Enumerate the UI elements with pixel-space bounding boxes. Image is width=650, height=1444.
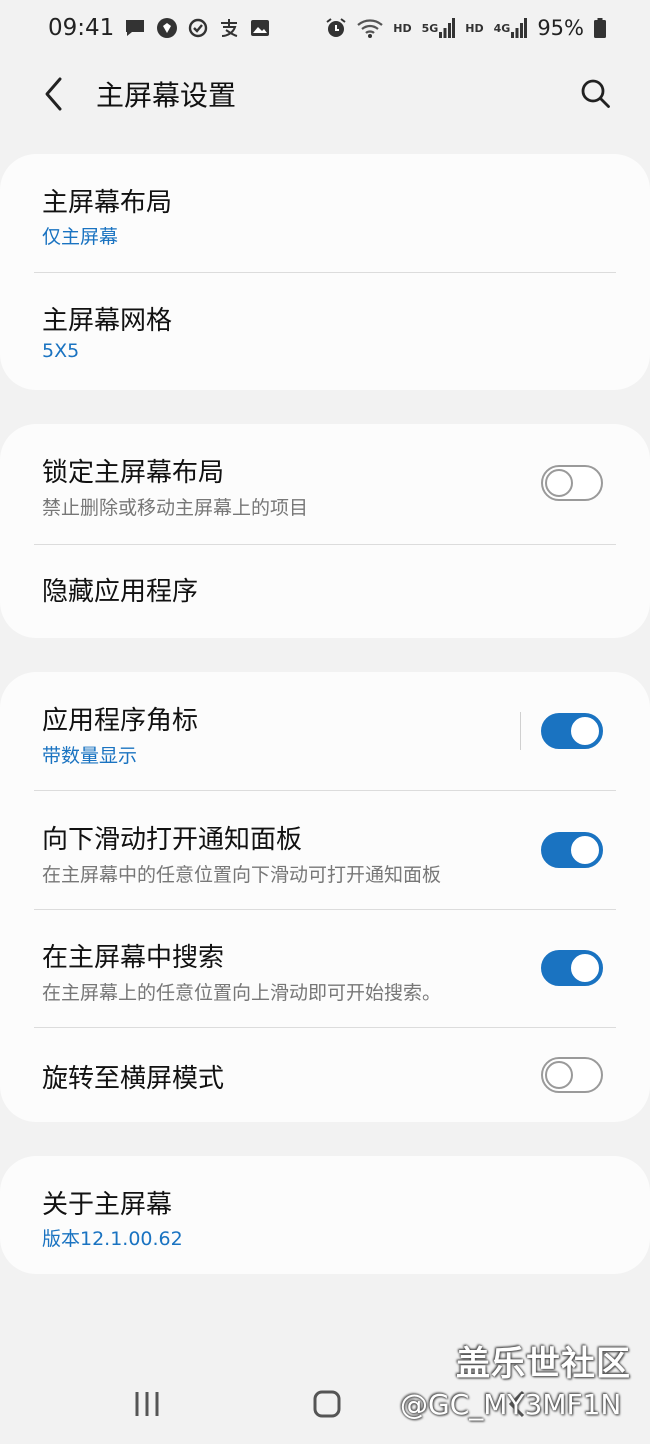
back-button[interactable] — [30, 70, 78, 118]
back-arrow-icon — [45, 77, 62, 111]
lock-card: 锁定主屏幕布局 禁止删除或移动主屏幕上的项目 隐藏应用程序 — [0, 424, 650, 638]
home-grid-title: 主屏幕网格 — [42, 306, 173, 336]
status-time: 09:41 — [48, 15, 115, 41]
lock-layout-row[interactable]: 锁定主屏幕布局 禁止删除或移动主屏幕上的项目 — [0, 424, 650, 544]
home-button[interactable] — [300, 1380, 354, 1428]
swipe-notification-row[interactable]: 向下滑动打开通知面板 在主屏幕中的任意位置向下滑动可打开通知面板 — [0, 791, 650, 909]
home-search-row[interactable]: 在主屏幕中搜索 在主屏幕上的任意位置向上滑动即可开始搜索。 — [0, 910, 650, 1028]
lock-layout-title: 锁定主屏幕布局 — [42, 458, 225, 488]
rotate-landscape-toggle[interactable] — [541, 1057, 603, 1093]
app-header: 主屏幕设置 — [0, 56, 650, 136]
toggle-knob — [545, 469, 573, 497]
app-badges-toggle[interactable] — [541, 713, 603, 749]
about-card: 关于主屏幕 版本12.1.00.62 — [0, 1156, 650, 1274]
watermark-brand: 盖乐世社区 — [456, 1344, 631, 1384]
about-home-title: 关于主屏幕 — [42, 1190, 173, 1220]
alarm-icon — [325, 17, 347, 39]
network-tag-5g: 5G — [421, 21, 439, 35]
toggle-knob — [545, 1061, 573, 1089]
home-search-desc: 在主屏幕上的任意位置向上滑动即可开始搜索。 — [42, 982, 442, 1004]
signal-5g-icon: 5G — [422, 18, 456, 38]
swipe-notification-desc: 在主屏幕中的任意位置向下滑动可打开通知面板 — [42, 864, 442, 886]
toggle-knob — [569, 952, 601, 984]
app-badges-title: 应用程序角标 — [42, 706, 199, 736]
recent-apps-icon — [135, 1392, 159, 1416]
home-icon — [313, 1390, 341, 1418]
home-layout-title: 主屏幕布局 — [42, 188, 173, 218]
chat-icon — [124, 18, 146, 38]
check-circle-icon — [188, 18, 208, 38]
lock-layout-toggle[interactable] — [541, 465, 603, 501]
home-search-title: 在主屏幕中搜索 — [42, 943, 225, 973]
battery-percent: 95% — [537, 16, 584, 40]
features-card: 应用程序角标 带数量显示 向下滑动打开通知面板 在主屏幕中的任意位置向下滑动可打… — [0, 672, 650, 1122]
search-button[interactable] — [572, 70, 620, 118]
lock-layout-desc: 禁止删除或移动主屏幕上的项目 — [42, 497, 309, 519]
recent-apps-button[interactable] — [120, 1380, 174, 1428]
page-title: 主屏幕设置 — [96, 79, 237, 112]
home-search-toggle[interactable] — [541, 950, 603, 986]
network-tag-hd: HD — [393, 21, 412, 35]
watermark-handle: @GC_MY3MF1N — [400, 1388, 622, 1421]
search-icon — [581, 79, 610, 108]
home-layout-row[interactable]: 主屏幕布局 仅主屏幕 — [0, 154, 650, 272]
app-badges-value: 带数量显示 — [42, 745, 138, 767]
network-tag-4g: 4G — [493, 21, 511, 35]
home-grid-row[interactable]: 主屏幕网格 5X5 — [0, 273, 650, 390]
signal-4g-icon: 4G — [494, 18, 528, 38]
hide-apps-row[interactable]: 隐藏应用程序 — [0, 545, 650, 638]
home-grid-value: 5X5 — [42, 340, 80, 362]
alipay-icon — [218, 18, 240, 38]
rotate-landscape-title: 旋转至横屏模式 — [42, 1064, 225, 1094]
layout-card: 主屏幕布局 仅主屏幕 主屏幕网格 5X5 — [0, 154, 650, 390]
image-icon — [250, 18, 270, 38]
app-badges-row[interactable]: 应用程序角标 带数量显示 — [0, 672, 650, 790]
swipe-notification-title: 向下滑动打开通知面板 — [42, 825, 303, 855]
swipe-notification-toggle[interactable] — [541, 832, 603, 868]
status-right: HD 5G HD 4G 95% — [325, 16, 606, 40]
about-home-row[interactable]: 关于主屏幕 版本12.1.00.62 — [0, 1156, 650, 1274]
toggle-knob — [569, 834, 601, 866]
about-home-version: 版本12.1.00.62 — [42, 1228, 183, 1250]
battery-icon — [594, 18, 606, 38]
shield-icon — [156, 17, 178, 39]
vertical-divider — [520, 712, 521, 750]
status-bar: 09:41 HD 5G HD 4G 95% — [0, 0, 650, 56]
status-left: 09:41 — [48, 15, 270, 41]
network-tag-hd-2: HD — [465, 21, 484, 35]
hide-apps-title: 隐藏应用程序 — [42, 577, 199, 607]
home-layout-value: 仅主屏幕 — [42, 226, 119, 248]
toggle-knob — [569, 715, 601, 747]
wifi-icon — [357, 18, 383, 38]
rotate-landscape-row[interactable]: 旋转至横屏模式 — [0, 1028, 650, 1122]
